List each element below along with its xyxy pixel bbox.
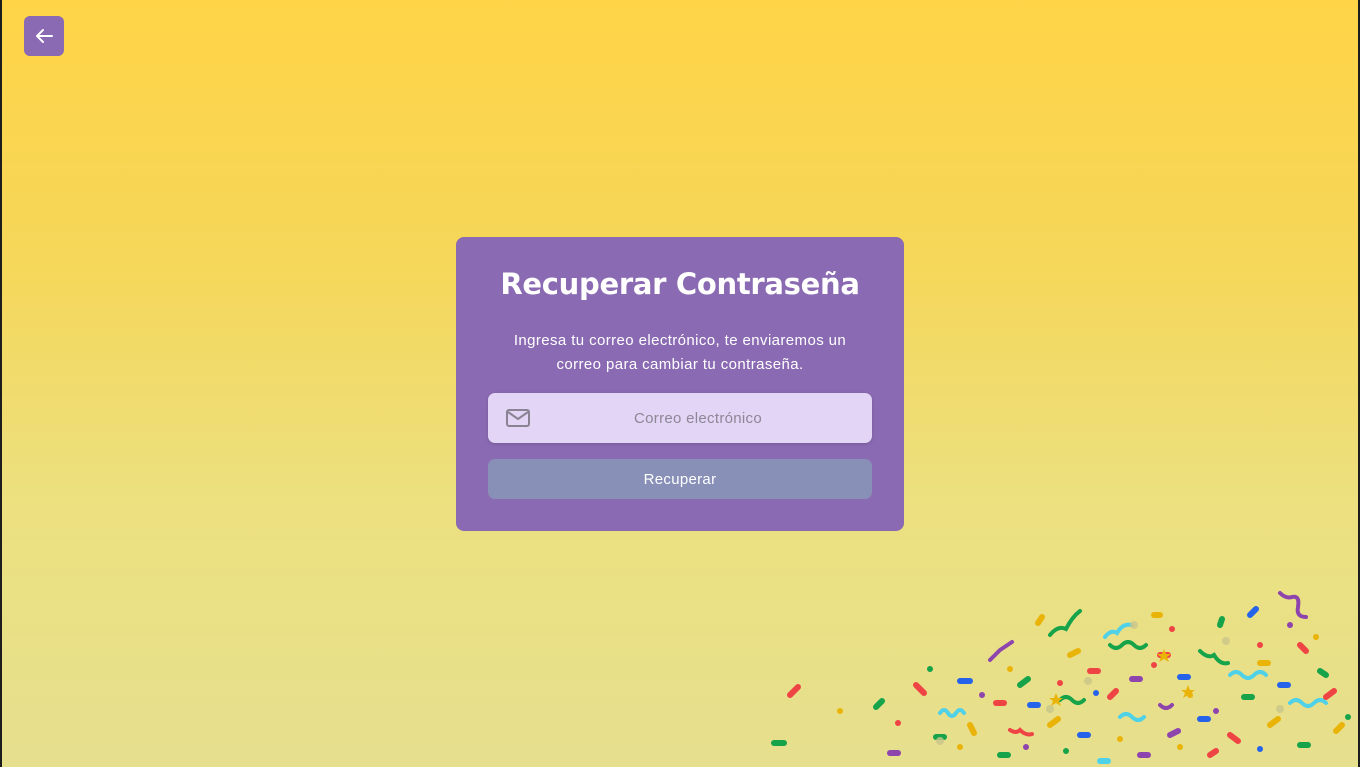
back-button[interactable] xyxy=(24,16,64,56)
confetti-graphic xyxy=(771,591,1351,764)
mail-icon xyxy=(506,409,530,427)
recover-button[interactable]: Recuperar xyxy=(488,459,872,499)
card-title: Recuperar Contraseña xyxy=(500,267,860,301)
recover-password-card: Recuperar Contraseña Ingresa tu correo e… xyxy=(456,237,904,531)
window-edge-left xyxy=(0,0,2,767)
email-field[interactable] xyxy=(488,393,872,443)
arrow-left-icon xyxy=(36,29,53,43)
card-description: Ingresa tu correo electrónico, te enviar… xyxy=(513,332,847,373)
email-input[interactable] xyxy=(488,393,872,443)
